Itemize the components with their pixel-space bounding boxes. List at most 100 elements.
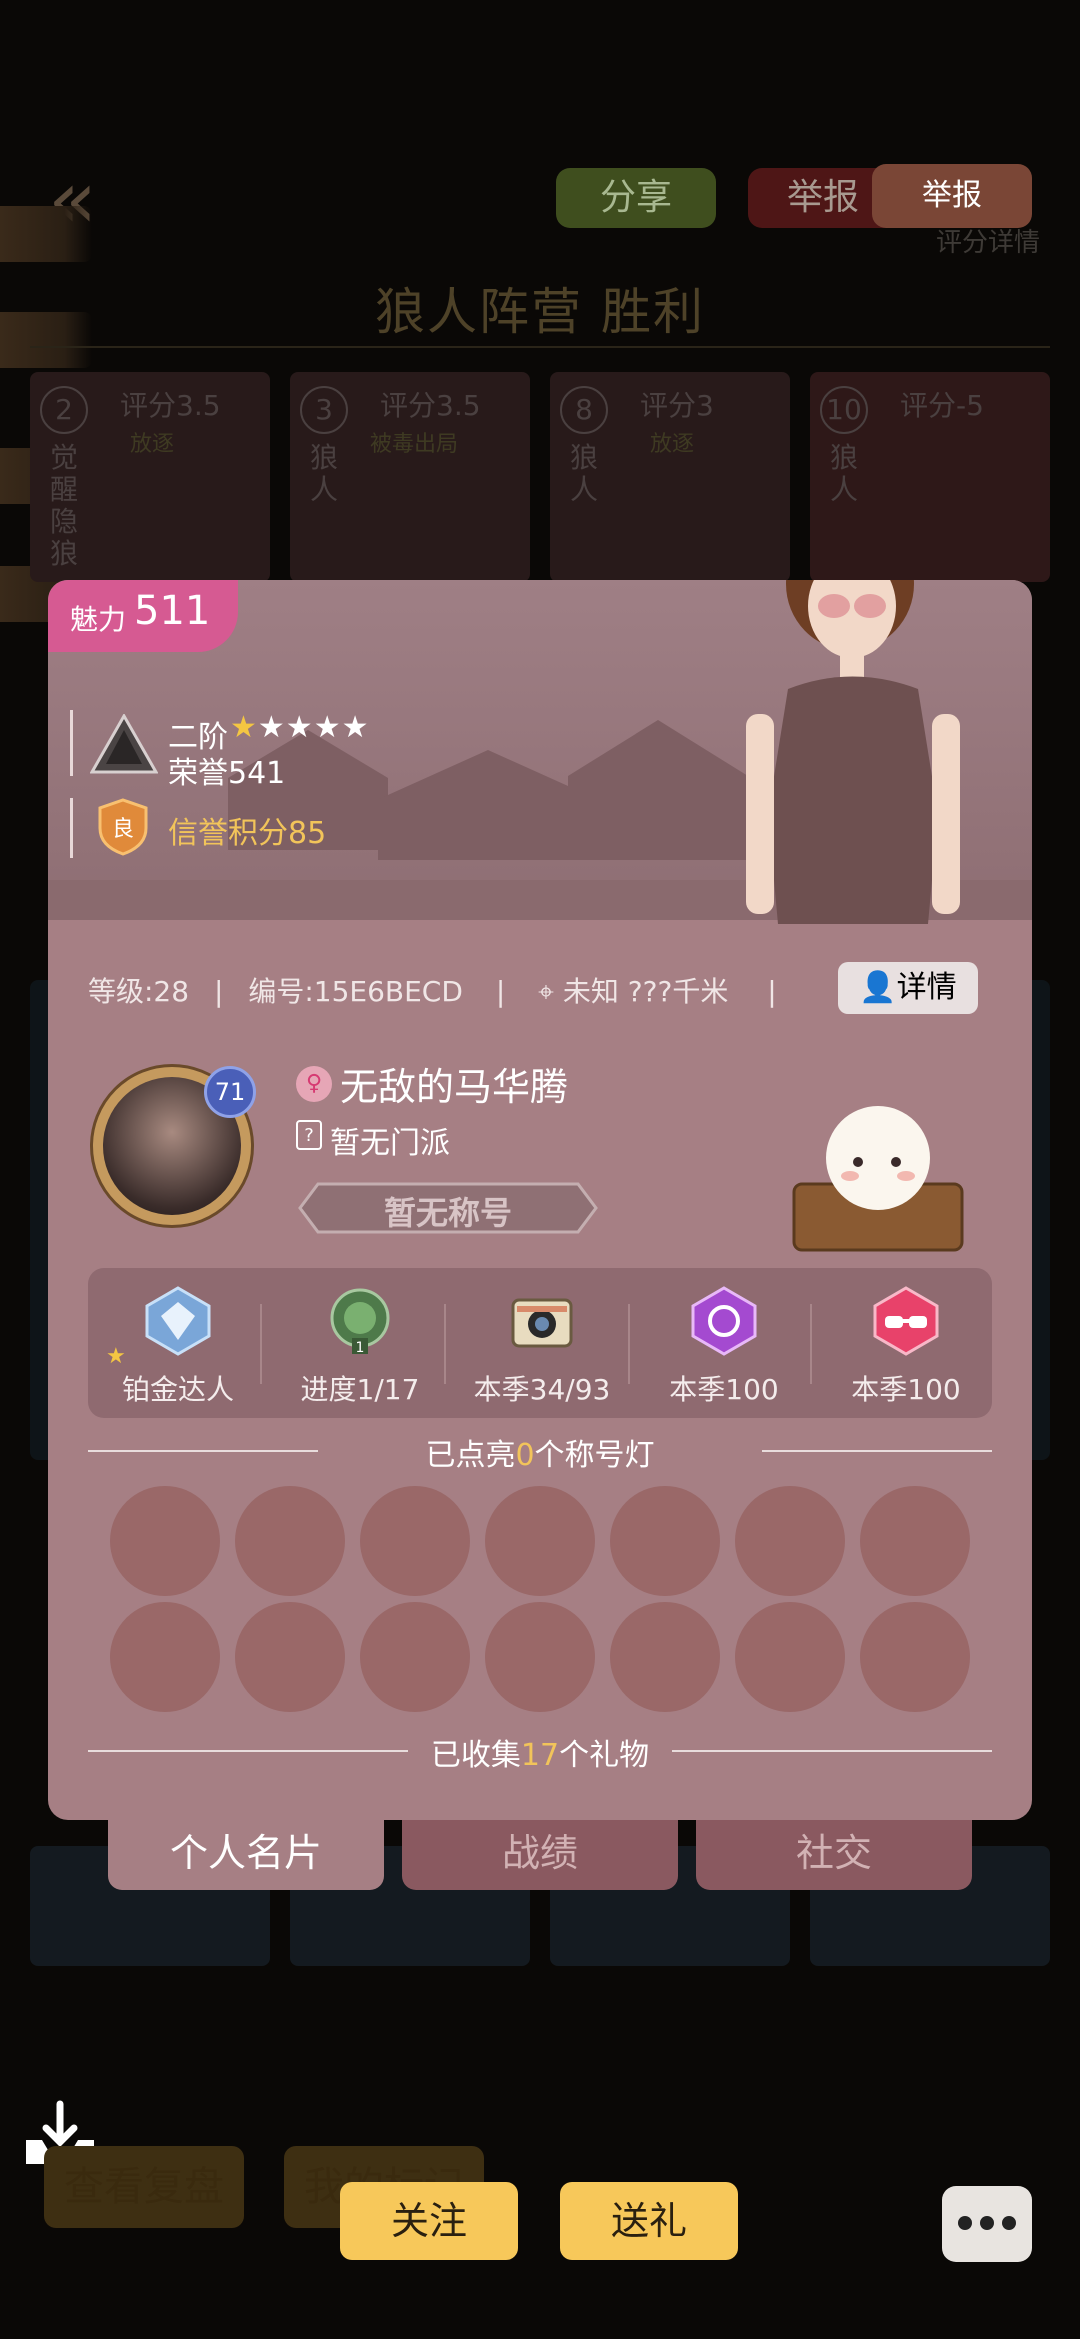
gift-count: 17 <box>520 1738 560 1773</box>
player-score: 评分3 <box>640 389 714 422</box>
title-lamps-heading: 已点亮0个称号灯 <box>425 1438 655 1473</box>
location-pin-icon: ⌖ <box>538 975 554 1008</box>
divider <box>444 1304 446 1384</box>
green-medal-icon: 1 <box>330 1288 390 1356</box>
title-lamp-slot[interactable] <box>610 1602 720 1712</box>
tab-records[interactable]: 战绩 <box>402 1820 678 1890</box>
charm-value: 511 <box>134 588 211 634</box>
achievement-item[interactable]: 本季100 <box>634 1268 814 1418</box>
avatar-level-badge: 71 <box>204 1066 256 1118</box>
title-lamp-slot[interactable] <box>360 1602 470 1712</box>
star-icon: ★ <box>106 1344 126 1369</box>
female-gender-icon: ♀ <box>296 1066 332 1102</box>
info-row: 等级:28 | 编号:15E6BECD | ⌖ 未知 ???千米 | <box>88 970 793 1010</box>
player-status: 被毒出局 <box>370 432 459 457</box>
title-lamp-slot[interactable] <box>235 1486 345 1596</box>
honor-points: 荣誉541 <box>168 756 286 791</box>
title-plate[interactable]: 暂无称号 <box>298 1180 598 1236</box>
title-lamp-slot[interactable] <box>110 1486 220 1596</box>
player-id: 编号:15E6BECD <box>248 975 463 1008</box>
achievement-label: 本季34/93 <box>473 1373 611 1406</box>
side-tab <box>0 206 92 262</box>
title-lamp-slot[interactable] <box>735 1602 845 1712</box>
divider <box>70 798 73 858</box>
nickname: 无敌的马华腾 <box>340 1065 569 1109</box>
divider <box>260 1304 262 1384</box>
more-options-icon[interactable] <box>942 2186 1032 2262</box>
player-role: 狼人 <box>570 441 599 506</box>
credit-shield-icon: 良 <box>98 798 148 856</box>
player-card: 10 评分-5 狼人 <box>810 372 1050 582</box>
achievement-item[interactable]: 本季34/93 <box>452 1268 632 1418</box>
player-role: 觉醒隐狼 <box>50 441 79 570</box>
sect-name: 暂无门派 <box>330 1126 450 1161</box>
platinum-wolf-badge-icon <box>145 1286 211 1356</box>
title-lamp-slot[interactable] <box>235 1602 345 1712</box>
replay-button: 查看复盘 <box>44 2146 244 2228</box>
svg-text:1: 1 <box>356 1340 365 1356</box>
divider <box>30 346 1050 348</box>
sunglasses-hexagon-icon <box>873 1286 939 1356</box>
location-text: 未知 ???千米 <box>562 975 729 1008</box>
rose-hexagon-icon <box>691 1286 757 1356</box>
divider <box>70 710 73 776</box>
tab-social[interactable]: 社交 <box>696 1820 972 1890</box>
player-card: 8 评分3 放逐 狼人 <box>550 372 790 582</box>
achievement-label: 进度1/17 <box>300 1373 420 1406</box>
profile-card: 魅力 511 二阶 ★★★★★ 荣誉541 良 信誉积分85 等级:28 | 编… <box>48 580 1032 1820</box>
report-button[interactable]: 举报 <box>872 164 1032 228</box>
detail-label: 详情 <box>896 970 957 1005</box>
title-lamp-slot[interactable] <box>485 1486 595 1596</box>
seat-number: 3 <box>300 386 348 434</box>
detail-button[interactable]: 👤详情 <box>838 962 978 1014</box>
svg-text:良: 良 <box>112 817 134 842</box>
title-lamp-slot[interactable] <box>860 1602 970 1712</box>
title-lamp-slot[interactable] <box>110 1602 220 1712</box>
seat-number: 2 <box>40 386 88 434</box>
user-icon: 👤 <box>859 970 897 1005</box>
sect-icon: ? <box>296 1120 322 1150</box>
character-avatar <box>746 580 960 924</box>
player-role: 狼人 <box>830 441 859 506</box>
share-button[interactable]: 分享 <box>556 168 716 228</box>
charm-badge: 魅力 511 <box>48 580 238 652</box>
gift-button[interactable]: 送礼 <box>560 2182 738 2260</box>
achievement-label: 本季100 <box>669 1373 779 1406</box>
separator: | <box>495 975 506 1008</box>
follow-button[interactable]: 关注 <box>340 2182 518 2260</box>
level-text: 等级:28 <box>88 975 190 1008</box>
player-role: 狼人 <box>310 441 339 506</box>
separator: | <box>767 975 777 1008</box>
player-score: 评分3.5 <box>120 389 221 422</box>
divider <box>810 1304 812 1384</box>
score-detail-link: 评分详情 <box>936 228 1041 258</box>
achievement-label: 铂金达人 <box>121 1373 234 1406</box>
seat-number: 10 <box>820 386 868 434</box>
title-lamp-slot[interactable] <box>860 1486 970 1596</box>
achievement-label: 本季100 <box>851 1373 961 1406</box>
camera-icon <box>511 1298 573 1348</box>
player-status: 放逐 <box>130 432 175 457</box>
achievement-item[interactable]: ★ 铂金达人 <box>88 1268 268 1418</box>
achievement-item[interactable]: 1 进度1/17 <box>270 1268 450 1418</box>
tab-profile-card[interactable]: 个人名片 <box>108 1820 384 1890</box>
pet-suitcase-icon[interactable] <box>788 1096 968 1256</box>
player-card: 3 评分3.5 被毒出局 狼人 <box>290 372 530 582</box>
achievement-strip: ★ 铂金达人 1 进度1/17 本季34/93 本季100 本季100 <box>88 1268 992 1418</box>
separator: | <box>213 975 224 1008</box>
achievement-item[interactable]: 本季100 <box>816 1268 996 1418</box>
rank-stars: ★★★★★ <box>230 710 370 745</box>
player-score: 评分3.5 <box>380 389 481 422</box>
divider <box>628 1304 630 1384</box>
title-lamp-slot[interactable] <box>610 1486 720 1596</box>
player-score: 评分-5 <box>900 389 984 422</box>
credit-score: 信誉积分85 <box>168 816 327 851</box>
player-card: 2 评分3.5 放逐 觉醒隐狼 <box>30 372 270 582</box>
title-lamp-slot[interactable] <box>485 1602 595 1712</box>
title-lamp-slot[interactable] <box>735 1486 845 1596</box>
title-lamp-slot[interactable] <box>360 1486 470 1596</box>
charm-label: 魅力 <box>70 603 127 636</box>
title-text: 暂无称号 <box>383 1194 512 1232</box>
rank-wolf-icon <box>90 714 158 774</box>
gifts-heading: 已收集17个礼物 <box>430 1738 650 1773</box>
